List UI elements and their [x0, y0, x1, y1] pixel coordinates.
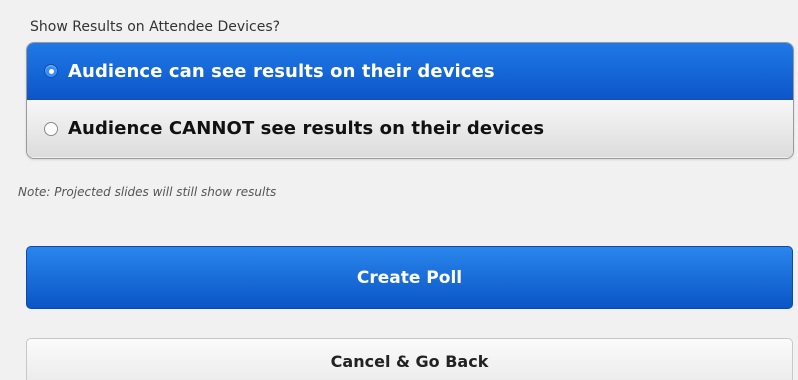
poll-settings-page: Show Results on Attendee Devices? Audien… — [0, 0, 798, 380]
radio-option-label: Audience CANNOT see results on their dev… — [68, 118, 545, 139]
radio-option-label: Audience can see results on their device… — [68, 60, 495, 82]
radio-unselected-icon[interactable] — [44, 121, 58, 136]
cancel-go-back-button[interactable]: Cancel & Go Back — [26, 338, 793, 380]
projected-slides-note: Note: Projected slides will still show r… — [18, 185, 277, 199]
radio-selected-icon[interactable] — [44, 64, 58, 78]
radio-option-audience-cannot-see[interactable]: Audience CANNOT see results on their dev… — [27, 100, 793, 157]
results-visibility-radio-group: Audience can see results on their device… — [26, 42, 794, 159]
results-visibility-label: Show Results on Attendee Devices? — [30, 19, 281, 35]
create-poll-button[interactable]: Create Poll — [26, 246, 793, 309]
radio-option-audience-can-see[interactable]: Audience can see results on their device… — [27, 43, 793, 100]
